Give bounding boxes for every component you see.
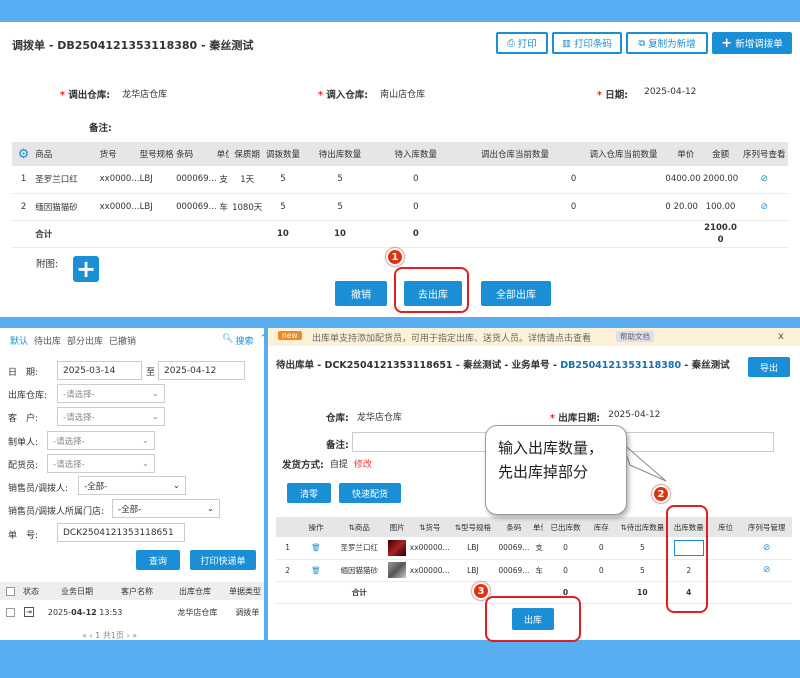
print-barcode-button[interactable]: ▥ 打印条码 <box>552 32 622 54</box>
shipping-method-field: 发货方式: 自提 修改 <box>282 457 372 471</box>
out-warehouse-field: * 调出仓库: 龙华店仓库 <box>60 90 168 101</box>
settings-icon[interactable]: ⚙ <box>12 142 36 166</box>
out-warehouse-filter-label: 出库仓库: <box>8 391 48 401</box>
notice-text[interactable]: 出库单支持添加配货员，可用于指定出库、送货人员。详情请点击查看 <box>312 331 591 344</box>
chevron-down-icon: ⌄ <box>172 480 180 491</box>
print-button[interactable]: ⎙ 打印 <box>496 32 548 54</box>
step2-badge: 2 <box>652 485 670 503</box>
list-item[interactable]: ⇥ 2025-04-12 13:53 龙华店仓库 调拨单 <box>0 602 264 622</box>
chevron-down-icon: ⌄ <box>141 435 149 446</box>
out-date-field: * 出库日期: 2025-04-12 <box>550 410 661 424</box>
sales-filter-label: 销售员/调拨人: <box>8 484 69 494</box>
order-list-header: 状态 业务日期 客户名称 出库仓库 单据类型 <box>0 582 264 600</box>
copy-as-new-button[interactable]: ⧉ 复制为新增 <box>626 32 708 54</box>
add-attachment-button[interactable]: + <box>73 255 99 283</box>
all-outbound-button[interactable]: 全部出库 <box>481 281 551 306</box>
outbound-status-icon: ⇥ <box>24 607 34 617</box>
product-thumbnail <box>385 559 409 582</box>
product-thumbnail <box>385 537 409 560</box>
step1-highlight <box>394 267 469 313</box>
barcode-icon: ▥ <box>562 37 571 49</box>
date-to-separator: 至 <box>146 368 156 378</box>
tab-partial-out[interactable]: 部分出库 <box>67 334 103 347</box>
sales-select[interactable]: -全部- ⌄ <box>78 476 186 495</box>
chevron-down-icon: ⌄ <box>141 458 149 469</box>
maker-filter-label: 制单人: <box>8 438 39 448</box>
date-to-input[interactable]: 2025-04-12 <box>158 361 245 380</box>
in-warehouse-field: * 调入仓库: 南山店仓库 <box>318 90 426 101</box>
serial-view-icon[interactable]: ⊘ <box>740 193 788 221</box>
date-field: * 日期: 2025-04-12 <box>597 87 697 101</box>
step3-highlight <box>485 596 581 642</box>
revoke-button[interactable]: 撤销 <box>335 281 387 306</box>
maker-select[interactable]: -请选择- ⌄ <box>47 431 155 450</box>
serial-manage-icon[interactable]: ⊘ <box>741 559 792 582</box>
tab-pending-out[interactable]: 待出库 <box>34 334 61 347</box>
customer-select[interactable]: -请选择- ⌄ <box>57 407 165 426</box>
page-title: 调拨单 - DB2504121353118380 - 秦丝测试 <box>12 39 254 52</box>
status-tabs: 默认 待出库 部分出库 已撤销 <box>10 334 136 347</box>
date-range-label: 日 期: <box>8 368 39 378</box>
attachment-label: 附图: <box>36 259 59 270</box>
search-icon: 🔍︎ <box>222 334 234 344</box>
remark-label: 备注: <box>326 440 349 451</box>
pagination[interactable]: « ‹ 1 共1页 › » <box>82 630 137 641</box>
close-icon[interactable]: x <box>778 331 784 342</box>
printer-icon: ⎙ <box>507 37 515 49</box>
new-transfer-button[interactable]: + 新增调拨单 <box>712 32 792 54</box>
quick-pick-button[interactable]: 快速配货 <box>339 483 401 503</box>
transfer-items-table: ⚙ 商品 货号 型号规格 条码 单位 保质期 调拨数量 待出库数量 待入库数量 … <box>12 142 788 248</box>
outbound-title: 待出库单 - DCK2504121353118651 - 秦丝测试 - 业务单号… <box>276 360 730 371</box>
select-all-checkbox[interactable] <box>6 586 15 596</box>
order-no-filter-label: 单 号: <box>8 531 39 541</box>
table-row: 1 🗑︎ 圣罗兰口红 xx00000... LBJ 00069... 支 0 0… <box>276 537 792 560</box>
dispatcher-filter-label: 配货员: <box>8 461 39 471</box>
tab-default[interactable]: 默认 <box>10 334 28 347</box>
customer-filter-label: 客 户: <box>8 414 39 424</box>
delete-icon[interactable]: 🗑︎ <box>299 559 333 582</box>
table-row: 2 🗑︎ 缅因猫猫砂 xx00000... LBJ 00069... 车 0 0… <box>276 559 792 582</box>
print-express-button[interactable]: 打印快递单 <box>190 550 256 570</box>
query-button[interactable]: 查询 <box>136 550 180 570</box>
step1-badge: 1 <box>386 248 404 266</box>
out-warehouse-select[interactable]: -请选择- ⌄ <box>57 384 165 403</box>
outbound-items-table: 操作 ⇅商品 图片 ⇅货号 ⇅型号规格 条码 单位 已出库数 库存 ⇅待出库数量… <box>276 517 792 604</box>
callout-bubble: 输入出库数量，先出库掉部分 <box>485 425 627 515</box>
store-filter-label: 销售员/调拨人所属门店: <box>8 507 105 517</box>
edit-shipping-link[interactable]: 修改 <box>354 457 372 471</box>
help-doc-link[interactable]: 帮助文档 <box>616 331 654 342</box>
chevron-down-icon: ⌄ <box>151 388 159 399</box>
chevron-down-icon: ⌄ <box>206 503 214 514</box>
table-row: 2 缅因猫猫砂 xx0000... LBJ 000069... 车 1080天 … <box>12 193 788 221</box>
search-toggle[interactable]: 🔍︎ 搜索 ⌃ <box>222 334 267 347</box>
new-badge: new <box>278 331 302 340</box>
source-order-link[interactable]: DB2504121353118380 <box>560 360 681 371</box>
table-total-row: 合计 10 10 0 2100.0 0 <box>12 220 788 248</box>
store-select[interactable]: -全部- ⌄ <box>112 499 220 518</box>
delete-icon[interactable]: 🗑︎ <box>299 537 333 560</box>
export-button[interactable]: 导出 <box>748 357 790 377</box>
plus-icon: + <box>721 35 733 51</box>
remark-label: 备注: <box>89 123 112 134</box>
chevron-down-icon: ⌄ <box>151 411 159 422</box>
table-row: 1 圣罗兰口红 xx0000... LBJ 000069... 支 1天 5 5… <box>12 166 788 194</box>
step2-highlight <box>666 505 708 613</box>
clear-button[interactable]: 清零 <box>287 483 331 503</box>
warehouse-field: 仓库: 龙华店仓库 <box>326 413 402 424</box>
tab-revoked[interactable]: 已撤销 <box>109 334 136 347</box>
serial-manage-icon[interactable]: ⊘ <box>741 537 792 560</box>
step3-badge: 3 <box>472 582 490 600</box>
chevron-up-icon: ⌃ <box>259 334 267 344</box>
copy-icon: ⧉ <box>638 37 646 49</box>
serial-view-icon[interactable]: ⊘ <box>740 166 788 194</box>
row-checkbox[interactable] <box>6 607 15 617</box>
order-no-input[interactable]: DCK2504121353118651 <box>57 523 185 542</box>
date-from-input[interactable]: 2025-03-14 <box>57 361 142 380</box>
dispatcher-select[interactable]: -请选择- ⌄ <box>47 454 155 473</box>
